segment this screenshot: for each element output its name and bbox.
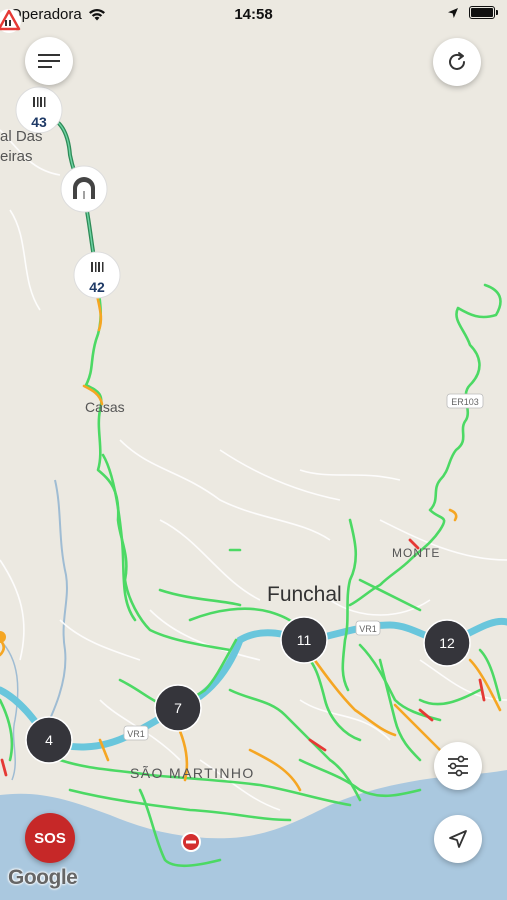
no-entry-marker[interactable]	[181, 832, 201, 852]
refresh-icon	[449, 52, 465, 70]
filters-button[interactable]	[434, 742, 482, 790]
place-label: eiras	[0, 148, 33, 165]
sos-label: SOS	[34, 829, 66, 847]
svg-text:42: 42	[89, 279, 105, 295]
sos-button[interactable]: SOS	[25, 813, 75, 863]
location-arrow-icon	[449, 830, 467, 848]
svg-text:43: 43	[31, 114, 47, 130]
svg-text:7: 7	[174, 700, 182, 716]
tollgate-marker[interactable]: 43	[15, 86, 63, 134]
map-canvas[interactable]: al Das eiras Casas Funchal MONTE SÃO MAR…	[0, 0, 507, 900]
place-label: MONTE	[392, 546, 440, 560]
status-bar: Operadora 14:58	[0, 0, 507, 28]
svg-text:ER103: ER103	[451, 397, 479, 407]
svg-text:4: 4	[45, 732, 53, 748]
tollgate-marker[interactable]: 42	[73, 251, 121, 299]
cluster-marker[interactable]: 12	[423, 619, 471, 667]
road-label-er103: ER103	[446, 393, 484, 409]
cluster-marker[interactable]: 11	[280, 616, 328, 664]
sliders-icon	[448, 755, 468, 777]
svg-text:12: 12	[439, 635, 455, 651]
menu-icon	[38, 54, 60, 68]
warning-icon[interactable]	[0, 8, 24, 34]
svg-text:11: 11	[297, 632, 312, 648]
tunnel-marker[interactable]	[60, 165, 108, 213]
svg-text:VR1: VR1	[127, 729, 145, 739]
battery-icon	[469, 6, 498, 19]
no-entry-icon	[186, 840, 196, 844]
cluster-marker[interactable]: 4	[25, 716, 73, 764]
svg-text:VR1: VR1	[359, 624, 377, 634]
locate-me-button[interactable]	[434, 815, 482, 863]
place-label: SÃO MARTINHO	[130, 765, 255, 781]
road-label-vr1: VR1	[123, 725, 149, 741]
cluster-marker[interactable]: 7	[154, 684, 202, 732]
menu-button[interactable]	[25, 37, 73, 85]
place-label-city: Funchal	[267, 583, 342, 606]
location-services-icon	[448, 7, 458, 18]
road-label-vr1: VR1	[355, 620, 381, 636]
google-logo: Google	[8, 866, 78, 889]
refresh-button[interactable]	[433, 38, 481, 86]
clock: 14:58	[234, 6, 273, 23]
place-label: Casas	[85, 399, 125, 415]
